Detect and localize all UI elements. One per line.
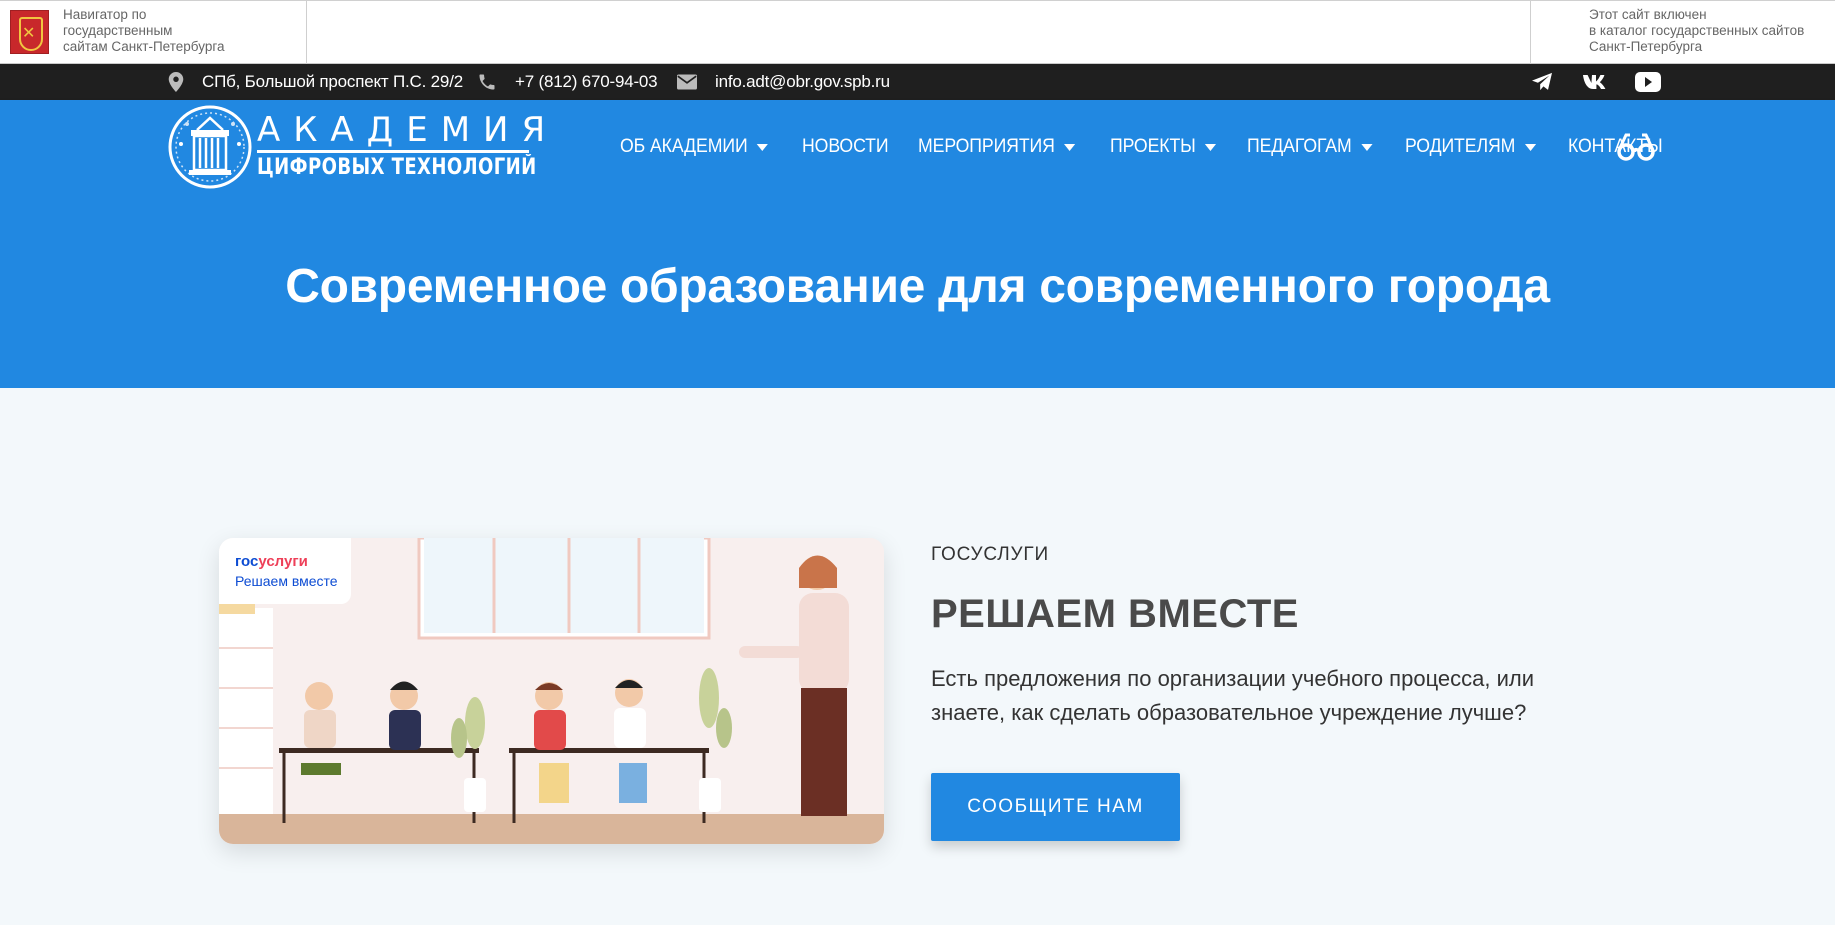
gosuslugi-logo-part1: гос — [235, 553, 259, 570]
telegram-icon — [1532, 72, 1552, 91]
nav-item-label: ПЕДАГОГАМ — [1247, 136, 1353, 157]
nav-item-projects[interactable]: ПРОЕКТЫ — [1110, 136, 1217, 158]
nav-item-label: МЕРОПРИЯТИЯ — [918, 136, 1055, 157]
gov-navigator-link[interactable]: Навигатор по государственным сайтам Санк… — [0, 1, 307, 64]
logo-divider — [257, 150, 529, 153]
nav-item-parents[interactable]: РОДИТЕЛЯМ — [1405, 136, 1536, 158]
nav-item-about[interactable]: ОБ АКАДЕМИИ — [620, 136, 769, 158]
phone-text: +7 (812) 670-94-03 — [515, 72, 658, 91]
main-nav: ОБ АКАДЕМИИ НОВОСТИ МЕРОПРИЯТИЯ ПРОЕКТЫ … — [620, 100, 1693, 194]
email-text: info.adt@obr.gov.spb.ru — [715, 72, 890, 91]
gov-navigator-text: Навигатор по государственным сайтам Санк… — [63, 7, 225, 54]
glasses-icon — [1617, 133, 1655, 161]
gov-banner: Навигатор по государственным сайтам Санк… — [0, 0, 1835, 64]
nav-item-events[interactable]: МЕРОПРИЯТИЯ — [918, 136, 1076, 158]
report-button[interactable]: СООБЩИТЕ НАМ — [931, 773, 1180, 841]
address-item: СПб, Большой проспект П.С. 29/2 — [168, 64, 463, 100]
nav-item-label: РОДИТЕЛЯМ — [1404, 136, 1516, 157]
gosuslugi-illustration: госуслуги Решаем вместе — [219, 538, 884, 844]
nav-item-teachers[interactable]: ПЕДАГОГАМ — [1247, 136, 1373, 158]
nav-item-label: НОВОСТИ — [802, 136, 889, 157]
nav-item-label: ОБ АКАДЕМИИ — [620, 136, 748, 157]
youtube-icon — [1635, 72, 1661, 92]
site-logo[interactable]: АКАДЕМИЯ ЦИФРОВЫХ ТЕХНОЛОГИЙ — [167, 104, 545, 190]
envelope-icon — [677, 74, 697, 90]
hero-title: Современное образование для современного… — [285, 259, 1550, 313]
phone-link[interactable]: +7 (812) 670-94-03 — [477, 64, 658, 100]
chevron-down-icon — [1064, 143, 1076, 151]
gosuslugi-badge: госуслуги Решаем вместе — [219, 538, 351, 604]
email-link[interactable]: info.adt@obr.gov.spb.ru — [677, 64, 890, 100]
contacts-bar: СПб, Большой проспект П.С. 29/2 +7 (812)… — [0, 64, 1835, 100]
academy-emblem-icon — [168, 105, 252, 189]
vk-link[interactable] — [1581, 64, 1611, 100]
phone-icon — [479, 74, 495, 90]
nav-item-news[interactable]: НОВОСТИ — [802, 136, 889, 158]
spb-crest-icon — [10, 10, 49, 54]
nav-item-label: ПРОЕКТЫ — [1110, 136, 1196, 157]
youtube-link[interactable] — [1633, 64, 1663, 100]
gosuslugi-logo-text: госуслуги — [235, 554, 351, 570]
logo-subtitle: ЦИФРОВЫХ ТЕХНОЛОГИЙ — [257, 155, 537, 180]
vk-icon — [1583, 75, 1606, 89]
gov-catalog-link[interactable]: Этот сайт включен в каталог государствен… — [1530, 1, 1835, 64]
gosuslugi-badge-subtitle: Решаем вместе — [235, 573, 338, 589]
accessibility-glasses-button[interactable] — [1617, 130, 1655, 164]
chevron-down-icon — [1524, 143, 1536, 151]
logo-title: АКАДЕМИЯ — [257, 110, 559, 150]
site-header: АКАДЕМИЯ ЦИФРОВЫХ ТЕХНОЛОГИЙ ОБ АКАДЕМИИ… — [0, 100, 1835, 194]
chevron-down-icon — [1205, 143, 1217, 151]
chevron-down-icon — [756, 143, 769, 151]
telegram-link[interactable] — [1527, 64, 1557, 100]
hero-banner: Современное образование для современного… — [0, 194, 1835, 388]
section-description: Есть предложения по организации учебного… — [931, 666, 1535, 725]
section-kicker: ГОСУСЛУГИ — [931, 544, 1049, 565]
address-text: СПб, Большой проспект П.С. 29/2 — [202, 72, 463, 91]
map-marker-icon — [168, 72, 184, 92]
gosuslugi-logo-part2: услуги — [258, 553, 308, 570]
section-title: РЕШАЕМ ВМЕСТЕ — [931, 592, 1299, 636]
chevron-down-icon — [1361, 143, 1373, 151]
